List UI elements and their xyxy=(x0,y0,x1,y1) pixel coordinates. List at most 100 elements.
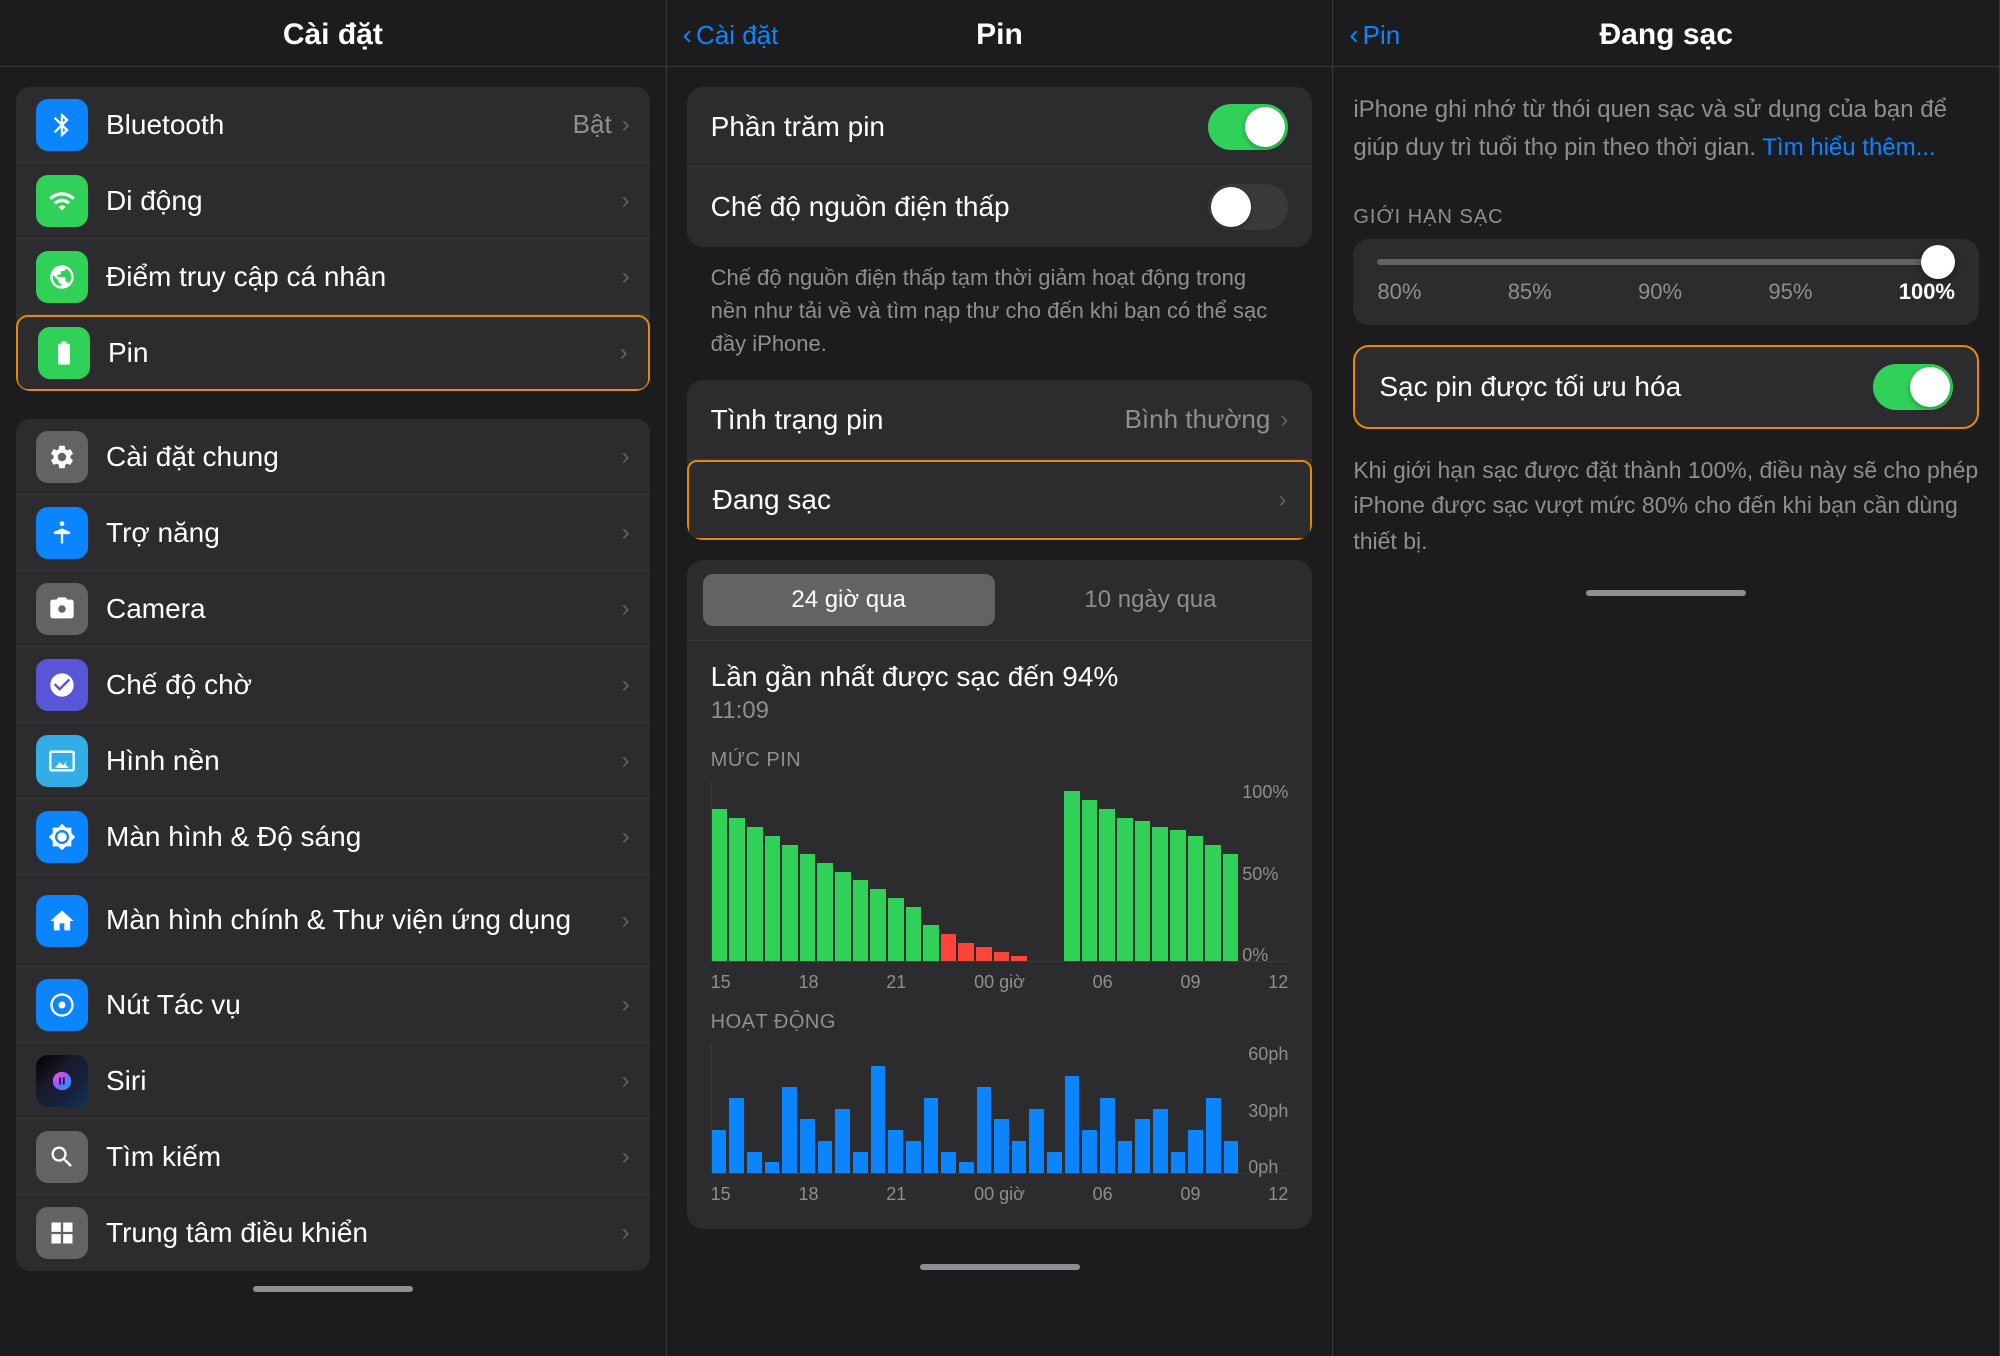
battery-bar-2 xyxy=(747,827,763,961)
activity-chart-label: HOẠT ĐỘNG xyxy=(711,1011,1289,1034)
home-indicator-p1 xyxy=(0,1271,666,1307)
learn-more-link[interactable]: Tìm hiểu thêm... xyxy=(1762,134,1935,161)
charging-title: Đang sạc xyxy=(1599,18,1732,52)
settings-title: Cài đặt xyxy=(283,18,383,52)
settings-list: Bluetooth Bật › Di động › Điểm truy cập … xyxy=(0,67,666,1356)
battery-bar-9 xyxy=(870,889,886,961)
camera-icon xyxy=(36,583,88,635)
battery-status-label: Tình trạng pin xyxy=(711,404,1125,436)
settings-group-bottom: Cài đặt chung › Trợ năng › Camera › xyxy=(16,419,650,1271)
battery-percent-row[interactable]: Phần trăm pin xyxy=(687,87,1313,167)
settings-item-bluetooth[interactable]: Bluetooth Bật › xyxy=(16,87,650,163)
battery-percent-toggle[interactable] xyxy=(1208,104,1288,150)
battery-label: Pin xyxy=(108,337,620,369)
settings-item-display[interactable]: Màn hình & Độ sáng › xyxy=(16,799,650,875)
low-power-toggle[interactable] xyxy=(1208,184,1288,230)
charging-label: Đang sạc xyxy=(713,484,1279,516)
home-indicator-p2 xyxy=(667,1249,1333,1285)
tab-10d[interactable]: 10 ngày qua xyxy=(1005,574,1297,626)
settings-item-accessibility[interactable]: Trợ năng › xyxy=(16,495,650,571)
charging-row[interactable]: Đang sạc › xyxy=(687,460,1313,540)
settings-item-siri[interactable]: Siri › xyxy=(16,1043,650,1119)
charging-content: iPhone ghi nhớ từ thói quen sạc và sử dụ… xyxy=(1333,67,1999,1356)
battery-bar-8 xyxy=(853,880,869,961)
activity-bar-9 xyxy=(871,1066,886,1174)
activity-bar-10 xyxy=(888,1130,903,1173)
settings-item-search[interactable]: Tìm kiếm › xyxy=(16,1119,650,1195)
optimized-charging-card: Sạc pin được tối ưu hóa xyxy=(1353,345,1979,429)
cellular-icon xyxy=(36,175,88,227)
activity-chart-x: 15 18 21 00 giờ 06 09 12 xyxy=(711,1180,1289,1209)
activity-bar-5 xyxy=(800,1119,815,1173)
battery-bar-28 xyxy=(1205,845,1221,961)
charging-slider-track[interactable] xyxy=(1377,259,1955,265)
cellular-label: Di động xyxy=(106,185,622,217)
activity-bar-19 xyxy=(1047,1152,1062,1174)
tab-24h[interactable]: 24 giờ qua xyxy=(703,574,995,626)
display-icon xyxy=(36,811,88,863)
hotspot-label: Điểm truy cập cá nhân xyxy=(106,261,622,293)
y-label-60ph: 60ph xyxy=(1248,1044,1288,1065)
settings-item-control-center[interactable]: Trung tâm điều khiển › xyxy=(16,1195,650,1271)
settings-item-focus[interactable]: Chế độ chờ › xyxy=(16,647,650,723)
battery-bar-13 xyxy=(941,934,957,961)
optimized-toggle[interactable] xyxy=(1873,364,1953,410)
slider-section-title: GIỚI HẠN SẠC xyxy=(1353,206,1979,229)
back-label[interactable]: Cài đặt xyxy=(696,20,778,51)
back-to-battery[interactable]: ‹ Pin xyxy=(1349,20,1400,51)
back-to-settings[interactable]: ‹ Cài đặt xyxy=(683,20,779,51)
y-label-0ph: 0ph xyxy=(1248,1157,1288,1178)
activity-bar-3 xyxy=(765,1162,780,1173)
focus-label: Chế độ chờ xyxy=(106,669,622,701)
activity-bar-29 xyxy=(1224,1141,1239,1173)
battery-bar-1 xyxy=(729,818,745,961)
slider-thumb[interactable] xyxy=(1921,245,1955,279)
slider-ticks: 80% 85% 90% 95% 100% xyxy=(1377,279,1955,305)
activity-bar-27 xyxy=(1188,1130,1203,1173)
battery-status-row[interactable]: Tình trạng pin Bình thường › xyxy=(687,380,1313,460)
settings-header: Cài đặt xyxy=(0,0,666,67)
battery-header: ‹ Cài đặt Pin xyxy=(667,0,1333,67)
bluetooth-chevron: › xyxy=(622,111,630,139)
bluetooth-icon xyxy=(36,99,88,151)
panel-settings: Cài đặt Bluetooth Bật › Di động › xyxy=(0,0,667,1356)
control-center-label: Trung tâm điều khiển xyxy=(106,1217,622,1249)
battery-toggles-card: Phần trăm pin Chế độ nguồn điện thấp xyxy=(687,87,1313,247)
settings-item-camera[interactable]: Camera › xyxy=(16,571,650,647)
battery-bar-21 xyxy=(1082,800,1098,961)
bluetooth-value: Bật xyxy=(573,109,612,140)
battery-chart-wrapper: 100% 50% 0% xyxy=(711,782,1289,968)
optimized-row[interactable]: Sạc pin được tối ưu hóa xyxy=(1355,347,1977,427)
optimized-description: Khi giới hạn sạc được đặt thành 100%, đi… xyxy=(1353,443,1979,580)
battery-bar-20 xyxy=(1064,791,1080,961)
settings-item-battery[interactable]: Pin › xyxy=(16,315,650,391)
settings-item-wallpaper[interactable]: Hình nền › xyxy=(16,723,650,799)
activity-bar-18 xyxy=(1029,1109,1044,1174)
hotspot-icon xyxy=(36,251,88,303)
battery-chart-x: 15 18 21 00 giờ 06 09 12 xyxy=(711,968,1289,997)
activity-bar-2 xyxy=(747,1152,762,1174)
settings-item-hotspot[interactable]: Điểm truy cập cá nhân › xyxy=(16,239,650,315)
battery-bar-17 xyxy=(1011,956,1027,961)
battery-bar-3 xyxy=(765,836,781,961)
settings-item-cellular[interactable]: Di động › xyxy=(16,163,650,239)
settings-item-homescreen[interactable]: Màn hình chính & Thư viện ứng dụng › xyxy=(16,875,650,967)
battery-bar-27 xyxy=(1188,836,1204,961)
activity-bar-6 xyxy=(818,1141,833,1173)
settings-item-action-button[interactable]: Nút Tác vụ › xyxy=(16,967,650,1043)
battery-bar-4 xyxy=(782,845,798,961)
battery-content: Phần trăm pin Chế độ nguồn điện thấp Chế… xyxy=(667,67,1333,1356)
activity-bar-20 xyxy=(1065,1076,1080,1173)
home-indicator-p3 xyxy=(1353,580,1979,616)
siri-icon xyxy=(36,1055,88,1107)
battery-bar-11 xyxy=(906,907,922,961)
battery-status-value: Bình thường xyxy=(1125,404,1271,435)
low-power-row[interactable]: Chế độ nguồn điện thấp xyxy=(687,167,1313,247)
action-button-label: Nút Tác vụ xyxy=(106,989,622,1021)
settings-item-general[interactable]: Cài đặt chung › xyxy=(16,419,650,495)
back-label-p3[interactable]: Pin xyxy=(1363,20,1401,51)
battery-chart-section: MỨC PIN 100% 50% 0% 15 18 21 00 giờ xyxy=(687,735,1313,997)
charging-chevron: › xyxy=(1278,486,1286,514)
home-bar-p1 xyxy=(253,1286,413,1292)
activity-bar-23 xyxy=(1118,1141,1133,1173)
